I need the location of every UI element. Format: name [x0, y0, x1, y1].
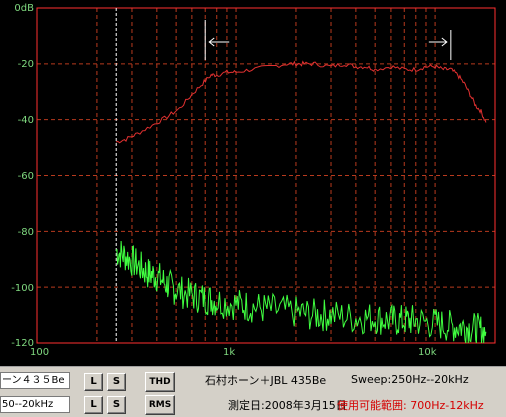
control-panel: ーン４３５Be 50--20kHz L S L S THD RMS 石村ホーン＋… [0, 366, 506, 417]
save-button-2[interactable]: S [107, 396, 126, 414]
xtick-10k: 10k [418, 347, 437, 358]
ytick-40: -40 [17, 115, 34, 126]
response-series-line [115, 60, 487, 144]
left-channel-button-2[interactable]: L [84, 396, 103, 414]
xtick-1k: 1k [223, 347, 236, 358]
model-field[interactable]: ーン４３５Be [0, 372, 70, 389]
measurement-date: 測定日:2008年3月15日 [228, 399, 347, 412]
ytick-100: -100 [11, 283, 34, 294]
ytick-120: -120 [11, 338, 34, 349]
ytick-20: -20 [17, 59, 34, 70]
range-field[interactable]: 50--20kHz [0, 396, 70, 413]
sweep-range: Sweep:250Hz--20kHz [351, 373, 469, 386]
save-button-1[interactable]: S [107, 373, 126, 391]
plot-svg [36, 7, 496, 344]
distortion-series-line [115, 240, 487, 344]
xtick-100: 100 [30, 347, 50, 358]
thd-button[interactable]: THD [145, 372, 175, 392]
left-channel-button-1[interactable]: L [84, 373, 103, 391]
frequency-response-plot: 0dB -20 -40 -60 -80 -100 -120 100 1k 10k [0, 0, 506, 366]
rms-button[interactable]: RMS [145, 395, 175, 415]
ytick-0: 0dB [14, 3, 34, 14]
usable-range: 使用可能範囲: 700Hz-12kHz [337, 399, 484, 412]
ytick-60: -60 [17, 171, 34, 182]
measurement-title: 石村ホーン＋JBL 435Be [205, 374, 327, 387]
ytick-80: -80 [17, 227, 34, 238]
